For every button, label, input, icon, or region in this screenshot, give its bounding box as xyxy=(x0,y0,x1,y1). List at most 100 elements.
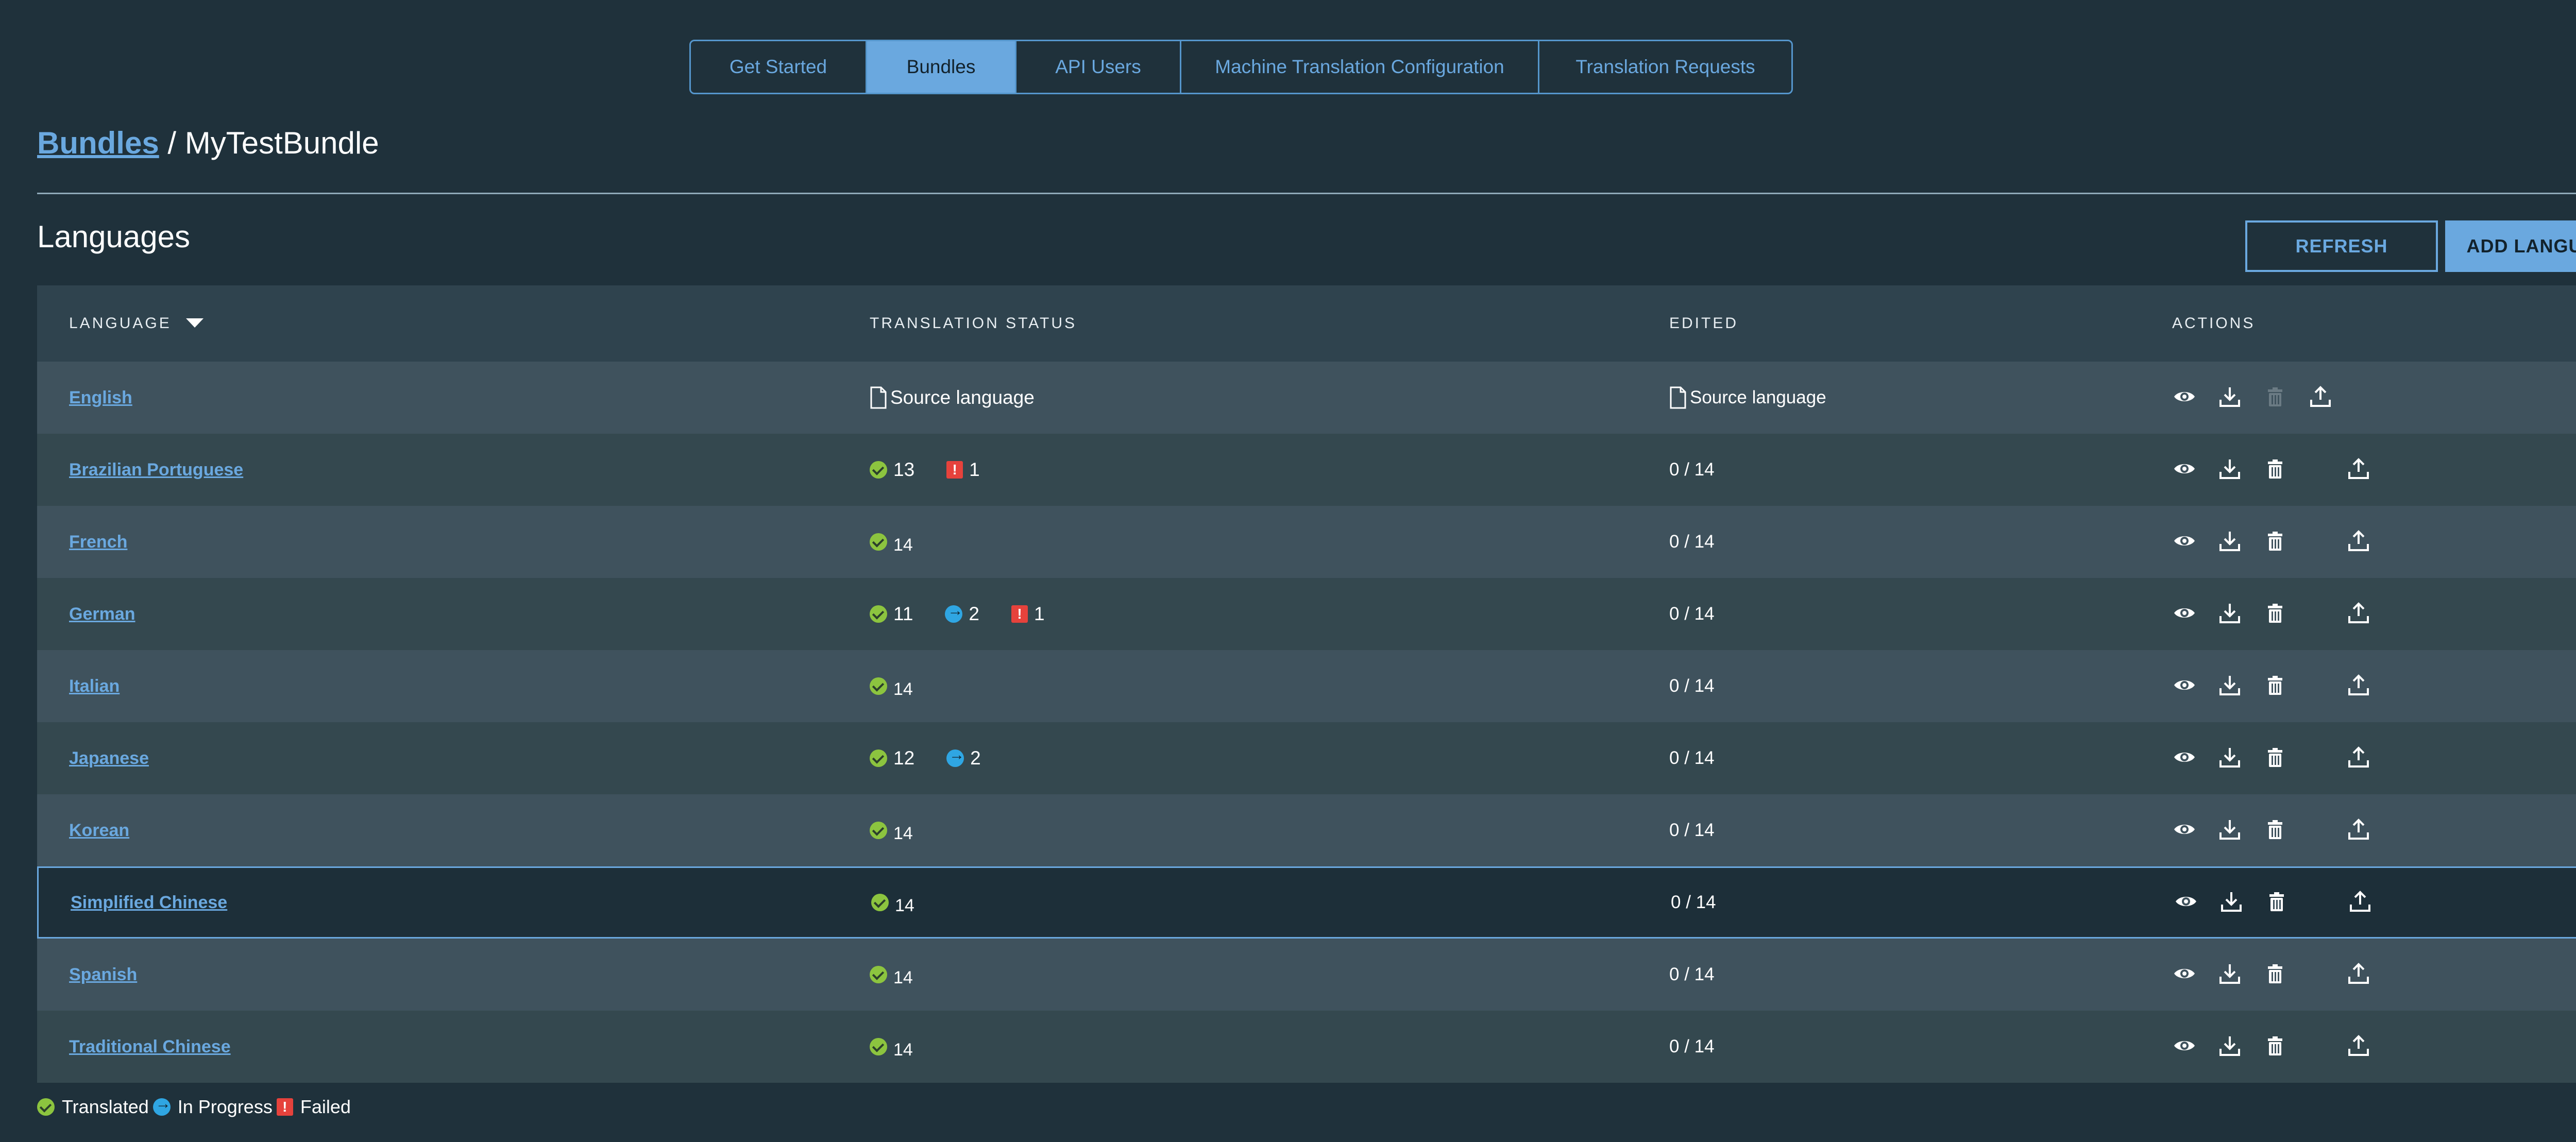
translated-icon xyxy=(870,822,887,839)
row-actions xyxy=(2172,456,2371,484)
view-icon[interactable] xyxy=(2172,384,2197,409)
breadcrumb-current: MyTestBundle xyxy=(184,126,379,160)
upload-icon[interactable] xyxy=(2346,673,2371,697)
in-progress-count: 2 xyxy=(969,603,979,624)
download-icon[interactable] xyxy=(2217,745,2242,770)
translated-icon xyxy=(870,605,887,623)
delete-icon xyxy=(2268,387,2282,406)
in-progress-count: 2 xyxy=(970,747,981,769)
upload-icon[interactable] xyxy=(2346,601,2371,625)
table-row[interactable]: English Source language Source language xyxy=(37,362,2576,434)
upload-icon[interactable] xyxy=(2346,1033,2371,1058)
view-icon[interactable] xyxy=(2172,1033,2197,1058)
delete-icon[interactable] xyxy=(2263,673,2287,697)
tab-translation-requests[interactable]: Translation Requests xyxy=(1539,41,1791,93)
download-icon[interactable] xyxy=(2217,384,2242,409)
edited-value: 0 / 14 xyxy=(1671,892,1716,912)
translation-status: 14 xyxy=(870,529,945,555)
upload-icon[interactable] xyxy=(2346,817,2371,842)
tab-bundles[interactable]: Bundles xyxy=(867,41,1016,93)
delete-icon[interactable] xyxy=(2263,529,2287,553)
upload-icon[interactable] xyxy=(2346,529,2371,553)
view-icon[interactable] xyxy=(2172,961,2197,986)
header-language[interactable]: LANGUAGE xyxy=(69,315,204,332)
translated-icon xyxy=(870,966,887,983)
language-link[interactable]: Japanese xyxy=(69,748,149,769)
delete-icon[interactable] xyxy=(2263,745,2287,770)
language-link[interactable]: English xyxy=(69,388,132,408)
translated-icon xyxy=(870,461,887,479)
language-link[interactable]: French xyxy=(69,532,127,552)
table-row[interactable]: Simplified Chinese 14 0 / 14 xyxy=(37,866,2576,939)
download-icon[interactable] xyxy=(2217,529,2242,553)
tab-get-started[interactable]: Get Started xyxy=(691,41,867,93)
language-link[interactable]: Brazilian Portuguese xyxy=(69,460,243,480)
download-icon[interactable] xyxy=(2217,456,2242,481)
add-language-button[interactable]: ADD LANGUAGE xyxy=(2445,220,2576,272)
delete-icon[interactable] xyxy=(2263,1033,2287,1058)
view-icon[interactable] xyxy=(2172,529,2197,553)
upload-icon[interactable] xyxy=(2308,384,2333,409)
language-link[interactable]: Italian xyxy=(69,676,120,696)
download-icon[interactable] xyxy=(2217,601,2242,625)
translated-icon xyxy=(870,749,887,767)
tab-api-users[interactable]: API Users xyxy=(1016,41,1181,93)
delete-icon[interactable] xyxy=(2263,601,2287,625)
table-row[interactable]: Korean 14 0 / 14 xyxy=(37,794,2576,866)
language-link[interactable]: Traditional Chinese xyxy=(69,1037,231,1057)
document-icon xyxy=(870,386,887,409)
view-icon[interactable] xyxy=(2174,889,2198,914)
download-icon[interactable] xyxy=(2217,817,2242,842)
header-edited: EDITED xyxy=(1669,315,1739,332)
table-row[interactable]: Italian 14 0 / 14 xyxy=(37,650,2576,722)
view-icon[interactable] xyxy=(2172,456,2197,481)
header-language-label: LANGUAGE xyxy=(69,315,172,332)
translated-count: 14 xyxy=(893,679,913,699)
delete-icon[interactable] xyxy=(2263,817,2287,842)
view-icon[interactable] xyxy=(2172,745,2197,770)
delete-icon[interactable] xyxy=(2264,889,2289,914)
language-link[interactable]: Spanish xyxy=(69,965,137,985)
table-row[interactable]: Spanish 14 0 / 14 xyxy=(37,939,2576,1011)
edited-value: 0 / 14 xyxy=(1669,532,1715,552)
download-icon[interactable] xyxy=(2217,1033,2242,1058)
download-icon[interactable] xyxy=(2217,673,2242,697)
view-icon[interactable] xyxy=(2172,817,2197,842)
row-actions xyxy=(2172,817,2371,844)
translated-count: 14 xyxy=(893,535,913,555)
language-link[interactable]: Simplified Chinese xyxy=(71,893,227,913)
translated-count: 11 xyxy=(893,603,913,624)
download-icon[interactable] xyxy=(2219,889,2244,914)
refresh-button[interactable]: REFRESH xyxy=(2245,220,2438,272)
tab-machine-translation-configuration[interactable]: Machine Translation Configuration xyxy=(1181,41,1539,93)
edited-cell: Source language xyxy=(1669,386,1826,410)
edited-source-label: Source language xyxy=(1690,387,1826,407)
table-row[interactable]: German 11 2! 1 0 / 14 xyxy=(37,578,2576,650)
language-link[interactable]: German xyxy=(69,604,135,624)
table-row[interactable]: Brazilian Portuguese 13! 1 0 / 14 xyxy=(37,434,2576,506)
view-icon[interactable] xyxy=(2172,673,2197,697)
translated-count: 14 xyxy=(893,1039,913,1060)
translation-status: 14 xyxy=(871,890,946,916)
download-icon[interactable] xyxy=(2217,961,2242,986)
table-row[interactable]: French 14 0 / 14 xyxy=(37,506,2576,578)
edited-value: 0 / 14 xyxy=(1669,748,1715,768)
delete-icon[interactable] xyxy=(2263,456,2287,481)
row-actions xyxy=(2174,889,2372,916)
translated-icon xyxy=(871,894,889,911)
table-body: English Source language Source language Bra… xyxy=(37,362,2576,1083)
upload-icon[interactable] xyxy=(2348,889,2372,914)
delete-icon[interactable] xyxy=(2263,961,2287,986)
header-actions: ACTIONS xyxy=(2172,315,2256,332)
upload-icon[interactable] xyxy=(2346,456,2371,481)
failed-count: 1 xyxy=(1034,603,1045,624)
language-link[interactable]: Korean xyxy=(69,821,129,841)
view-icon[interactable] xyxy=(2172,601,2197,625)
table-row[interactable]: Traditional Chinese 14 0 / 14 xyxy=(37,1011,2576,1083)
breadcrumb-bundles-link[interactable]: Bundles xyxy=(37,126,159,160)
edited-cell: 0 / 14 xyxy=(1669,604,1715,624)
status-legend: Translated In Progress ! Failed xyxy=(37,1095,355,1118)
upload-icon[interactable] xyxy=(2346,961,2371,986)
table-row[interactable]: Japanese 12 2 0 / 14 xyxy=(37,722,2576,794)
upload-icon[interactable] xyxy=(2346,745,2371,770)
